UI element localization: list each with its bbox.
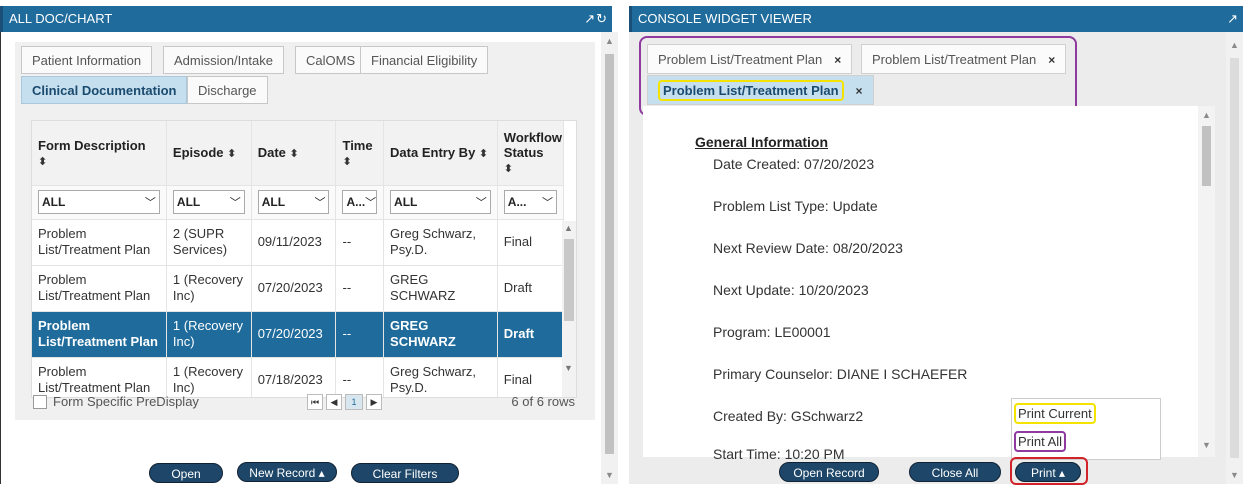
left-panel-scrollbar[interactable]: ▲ ▼ [601,32,618,484]
chevron-down-icon: ﹀ [365,197,377,209]
first-page-icon[interactable]: ⏮ [307,394,323,410]
col-workflow-status[interactable]: Workflow Status ⬍ [497,121,565,186]
table-row-selected[interactable]: Problem List/Treatment Plan 1 (Recovery … [32,311,565,358]
print-button[interactable]: Print ▴ [1015,462,1081,482]
filter-episode[interactable]: ALL ﹀ [172,190,245,214]
panel-title: CONSOLE WIDGET VIEWER [638,11,812,26]
doc-line-next-update: Next Update: 10/20/2023 [713,282,869,298]
scroll-up-icon[interactable]: ▲ [1202,110,1211,120]
predisplay-label: Form Specific PreDisplay [53,394,199,409]
grid-scroll-thumb[interactable] [564,239,574,321]
rows-count: 6 of 6 rows [511,394,575,409]
viewer-body: Problem List/Treatment Plan × Problem Lis… [629,32,1229,485]
filter-data-entry-by[interactable]: ALL ﹀ [390,190,491,214]
scroll-down-icon[interactable]: ▼ [1202,440,1211,450]
predisplay-checkbox[interactable] [33,395,47,409]
prev-page-icon[interactable]: ◀ [326,394,342,410]
tab-financial-eligibility[interactable]: Financial Eligibility [360,46,489,74]
sort-icon: ⬍ [227,148,237,161]
scroll-up-icon[interactable]: ▲ [564,223,573,233]
next-page-icon[interactable]: ▶ [366,394,382,410]
current-page[interactable]: 1 [345,394,363,410]
doc-line-date-created: Date Created: 07/20/2023 [713,156,875,172]
print-all-option[interactable]: Print All [1014,431,1067,452]
filter-workflow-status[interactable]: A... ﹀ [503,190,557,214]
print-current-option[interactable]: Print Current [1014,403,1096,424]
popout-refresh-icons[interactable]: ↗↻ [584,6,608,32]
chevron-down-icon: ﹀ [144,197,156,209]
sort-icon: ⬍ [289,148,299,161]
col-form-description[interactable]: Form Description ⬍ [32,121,167,186]
console-widget-header: CONSOLE WIDGET VIEWER ↗ [629,6,1243,32]
scroll-down-icon[interactable]: ▼ [564,363,573,373]
right-panel-scrollbar[interactable]: ▲ ▼ [1226,32,1243,484]
doc-scrollbar[interactable]: ▲ ▼ [1198,106,1215,457]
doc-line-problem-list-type: Problem List Type: Update [713,198,878,214]
filter-time[interactable]: A... ﹀ [342,190,378,214]
tab-discharge[interactable]: Discharge [187,76,268,104]
left-panel-body: Patient Information Admission/Intake Cal… [0,32,600,484]
tabs-highlight [639,36,1077,116]
clear-filters-button[interactable]: Clear Filters [351,463,459,483]
open-button[interactable]: Open [149,463,223,483]
documents-grid: Form Description ⬍ Episode ⬍ Date ⬍ Time ⬍… [31,120,577,398]
doc-line-created-by: Created By: GSchwarz2 [713,408,864,424]
tab-clinical-documentation[interactable]: Clinical Documentation [21,76,188,104]
table-row[interactable]: Problem List/Treatment Plan 1 (Recovery … [32,265,565,312]
table-row[interactable]: Problem List/Treatment Plan 2 (SUPR Serv… [32,219,565,266]
sort-icon: ⬍ [503,163,513,176]
popout-icon[interactable]: ↗ [1227,6,1239,32]
pager: ⏮ ◀ 1 ▶ [307,394,382,410]
panel-title: ALL DOC/CHART [9,11,113,26]
doc-line-program: Program: LE00001 [713,324,831,340]
doc-line-next-review-date: Next Review Date: 08/20/2023 [713,240,903,256]
right-scroll-thumb[interactable] [1230,58,1239,458]
scroll-down-icon[interactable]: ▼ [605,470,614,480]
open-record-button[interactable]: Open Record [779,462,879,482]
scroll-up-icon[interactable]: ▲ [605,36,614,46]
sort-icon: ⬍ [38,155,48,168]
scroll-down-icon[interactable]: ▼ [1230,470,1239,480]
col-date[interactable]: Date ⬍ [251,121,337,186]
grid-footer: Form Specific PreDisplay ⏮ ◀ 1 ▶ 6 of 6 … [31,392,577,414]
sort-icon: ⬍ [478,148,489,161]
doc-line-primary-counselor: Primary Counselor: DIANE I SCHAEFER [713,366,968,382]
tab-patient-information[interactable]: Patient Information [21,46,153,74]
all-doc-chart-header: ALL DOC/CHART ↗↻ [0,6,612,32]
close-all-button[interactable]: Close All [909,462,1001,482]
doc-scroll-thumb[interactable] [1202,126,1211,186]
doc-line-start-time: Start Time: 10:20 PM [713,446,845,462]
console-widget-viewer-panel: CONSOLE WIDGET VIEWER ↗ Problem List/Tre… [629,0,1243,485]
sort-icon: ⬍ [342,155,352,168]
scroll-up-icon[interactable]: ▲ [1230,40,1239,50]
chevron-down-icon: ﹀ [475,197,487,209]
chevron-down-icon: ﹀ [542,197,553,209]
left-scroll-thumb[interactable] [605,54,614,454]
col-time[interactable]: Time ⬍ [335,121,385,186]
tab-admission-intake[interactable]: Admission/Intake [163,46,284,74]
filter-form-description[interactable]: ALL ﹀ [38,190,160,214]
col-episode[interactable]: Episode ⬍ [166,121,252,186]
col-data-entry-by[interactable]: Data Entry By ⬍ [383,121,498,186]
new-record-button[interactable]: New Record ▴ [237,462,337,482]
chevron-down-icon: ﹀ [229,197,241,209]
tab-caloms[interactable]: CalOMS [295,46,367,74]
print-dropdown-menu: Print Current Print All [1011,398,1161,460]
grid-scrollbar[interactable]: ▲ ▼ [562,221,576,397]
chevron-down-icon: ﹀ [314,197,326,209]
filter-date[interactable]: ALL ﹀ [257,190,330,214]
all-doc-chart-panel: ALL DOC/CHART ↗↻ Patient Information Adm… [0,0,618,484]
doc-heading: General Information [695,134,829,150]
